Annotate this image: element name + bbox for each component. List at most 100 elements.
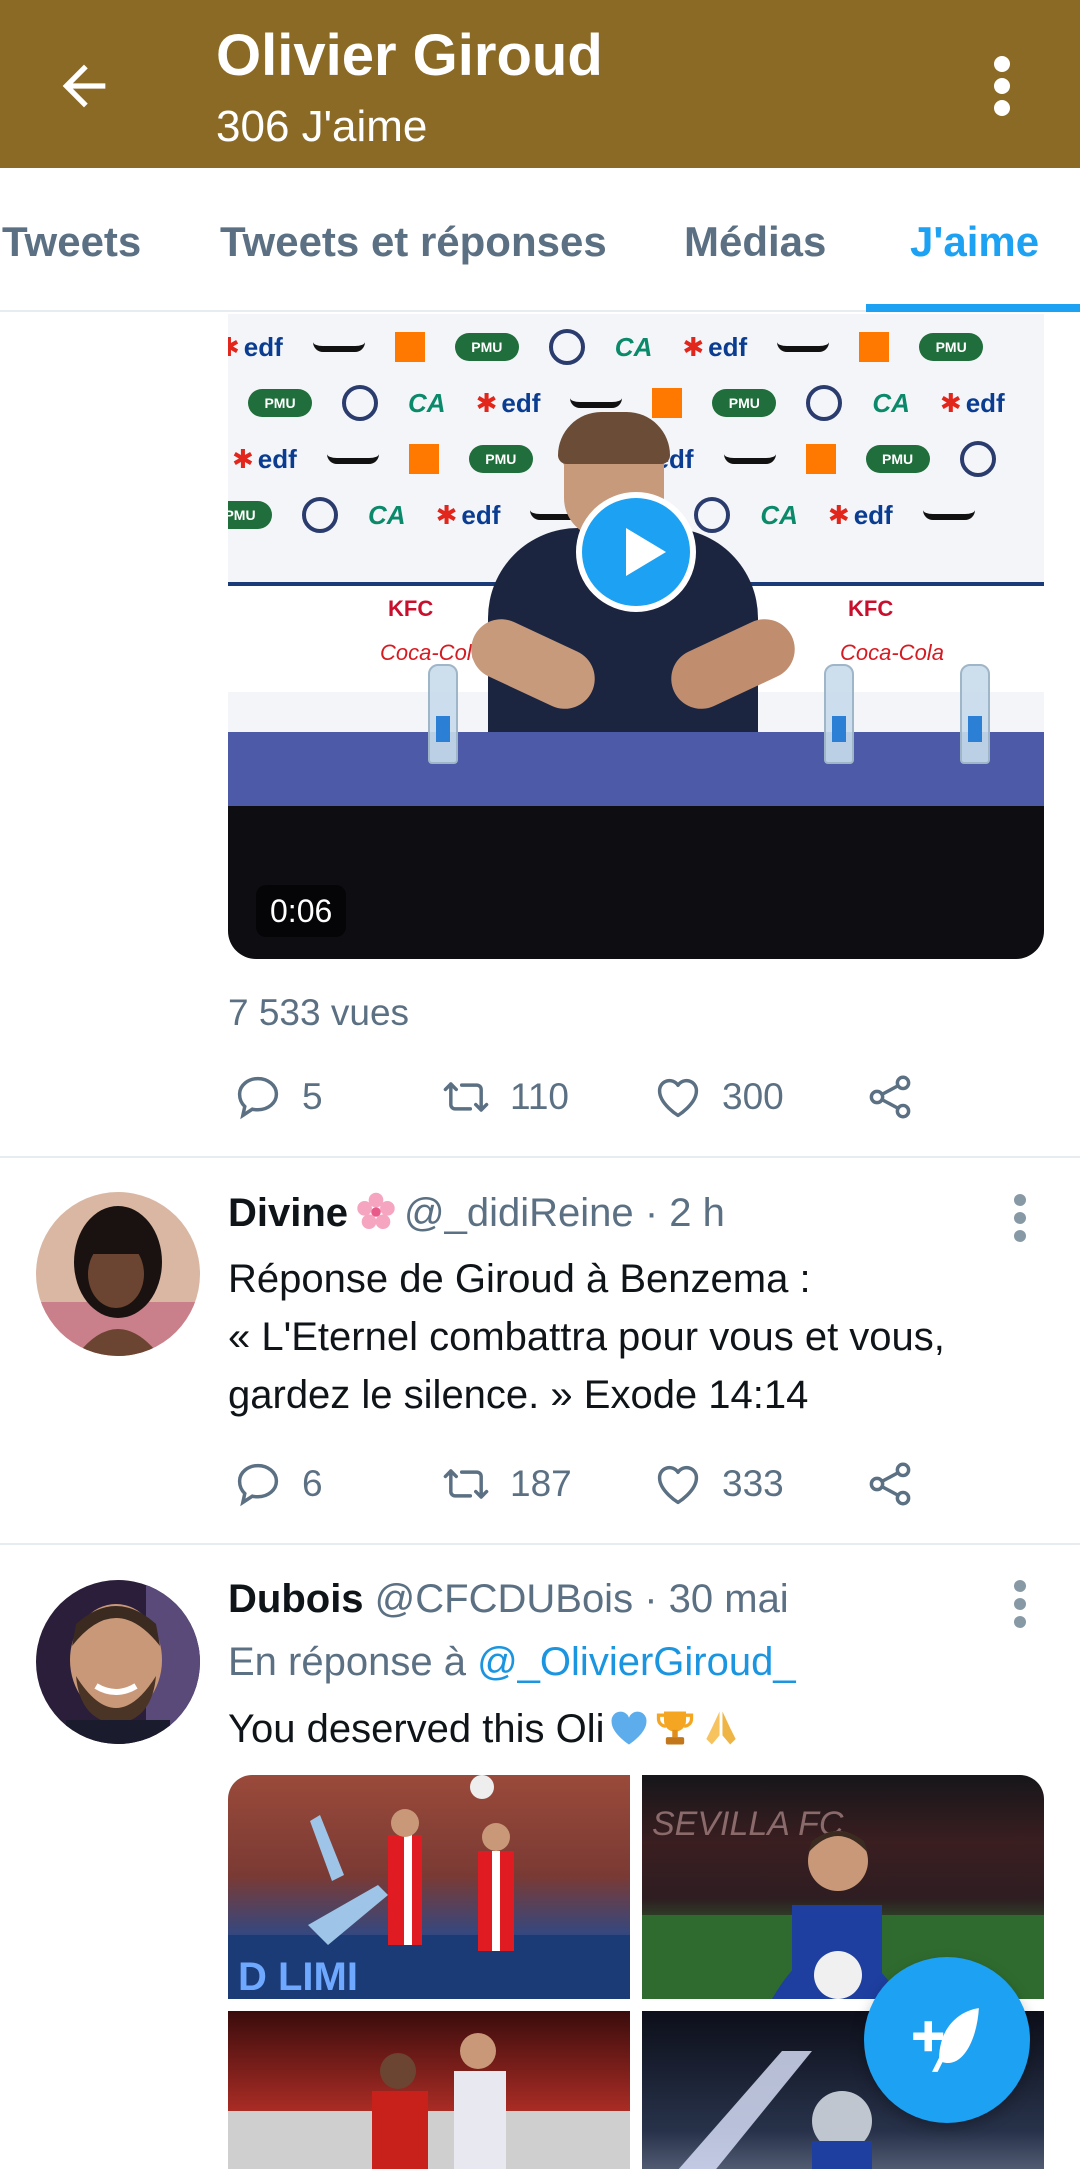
more-vert-icon[interactable]: [1008, 1192, 1032, 1244]
reply-icon: [237, 1076, 279, 1120]
pmu-logo: PMU: [865, 445, 930, 473]
nike-logo: [723, 454, 776, 464]
reply-button[interactable]: 6: [232, 1454, 323, 1514]
pmu-logo: PMU: [712, 389, 777, 417]
ca-logo: CA: [872, 387, 910, 418]
tweet-text: You deserved this Oli: [228, 1700, 1048, 1758]
edf-logo: edf: [828, 500, 893, 531]
tab-likes[interactable]: J'aime: [910, 218, 1039, 266]
share-icon: [869, 1075, 911, 1119]
edf-logo: edf: [682, 332, 747, 363]
folded-hands-icon: [705, 1711, 736, 1745]
tweet-header: Dubois @CFCDUBois · 30 mai: [228, 1577, 789, 1622]
nike-logo: [777, 342, 830, 352]
tweet-text: Réponse de Giroud à Benzema : « L'Eterne…: [228, 1250, 1048, 1424]
vw-logo: [342, 385, 378, 421]
press-table: [228, 732, 1044, 806]
trophy-icon: [656, 1711, 693, 1745]
like-icon: [657, 1078, 699, 1118]
app-bar: Olivier Giroud 306 J'aime: [0, 0, 1080, 168]
ca-logo: CA: [408, 387, 446, 418]
media-photo[interactable]: D LIMI: [228, 1775, 630, 1999]
share-icon: [869, 1462, 911, 1506]
more-vert-icon[interactable]: [1008, 1578, 1032, 1630]
tweet-line: « L'Eternel combattra pour vous et vous,: [228, 1315, 945, 1359]
tweet-divider: [0, 1543, 1080, 1545]
tweet-actions: 5 110 300: [228, 1067, 1048, 1127]
mention-link[interactable]: @_OlivierGiroud_: [477, 1640, 796, 1684]
coca-cola-logo: Coca-Cola: [380, 640, 484, 665]
pmu-logo: PMU: [248, 389, 312, 417]
water-bottle: [960, 664, 990, 764]
blue-heart-icon: [611, 1711, 647, 1745]
profile-tabs: Tweets Tweets et réponses Médias J'aime: [0, 168, 1080, 312]
pmu-logo: PMU: [919, 333, 984, 361]
kfc-logo: KFC: [388, 596, 434, 621]
compose-tweet-button[interactable]: [864, 1957, 1030, 2123]
tweet-time: · 2 h: [644, 1191, 725, 1235]
reply-count: 5: [302, 1076, 323, 1117]
vw-logo: [548, 329, 585, 365]
nike-logo: [312, 342, 365, 352]
vw-logo: [302, 497, 338, 533]
more-vert-icon[interactable]: [982, 54, 1022, 118]
view-count: 7 533 vues: [228, 992, 410, 1033]
ca-logo: CA: [760, 499, 798, 530]
retweet-button[interactable]: 187: [440, 1454, 572, 1514]
orange-logo: [408, 444, 439, 474]
avatar[interactable]: [36, 1192, 200, 1356]
author-handle[interactable]: @_didiReine: [404, 1191, 634, 1235]
tab-media[interactable]: Médias: [684, 218, 826, 266]
author-name[interactable]: Dubois: [228, 1577, 364, 1621]
avatar[interactable]: [36, 1580, 200, 1744]
orange-logo: [859, 332, 890, 362]
tab-active-indicator: [866, 304, 1080, 312]
ca-logo: CA: [614, 331, 653, 362]
back-arrow-icon[interactable]: [52, 54, 116, 118]
vw-logo: [959, 441, 996, 477]
compose-icon: [913, 2008, 979, 2072]
ca-logo: CA: [368, 499, 406, 530]
edf-logo: edf: [476, 388, 540, 419]
pmu-logo: PMU: [228, 501, 272, 529]
tab-tweets-and-replies[interactable]: Tweets et réponses: [220, 218, 607, 266]
video-player[interactable]: edf PMU CA edf PMU PMU CA edf PMU CA edf…: [228, 314, 1044, 959]
reply-prefix: En réponse à: [228, 1640, 466, 1684]
like-count: 333: [722, 1463, 784, 1504]
orange-logo: [652, 388, 683, 418]
vw-logo: [806, 385, 843, 421]
author-name[interactable]: Divine: [228, 1191, 348, 1235]
orange-logo: [394, 332, 425, 362]
tweet-header: Divine @_didiReine · 2 h: [228, 1190, 725, 1236]
tweet-line: Réponse de Giroud à Benzema :: [228, 1257, 811, 1301]
nike-logo: [570, 398, 623, 408]
edf-logo: edf: [232, 444, 297, 475]
edf-logo: edf: [436, 500, 500, 531]
like-count: 300: [722, 1076, 784, 1117]
share-button[interactable]: [864, 1067, 916, 1127]
reply-button[interactable]: 5: [232, 1067, 323, 1127]
reply-icon: [237, 1463, 279, 1507]
media-photo[interactable]: [228, 2011, 630, 2169]
cherry-blossom-icon: [357, 1192, 395, 1230]
retweet-icon: [443, 1082, 489, 1112]
play-button[interactable]: [576, 492, 696, 612]
reply-count: 6: [302, 1463, 323, 1504]
tab-tweets[interactable]: Tweets: [2, 218, 141, 266]
tweet-divider: [0, 1156, 1080, 1158]
author-handle[interactable]: @CFCDUBois: [375, 1577, 633, 1621]
kfc-logo: KFC: [848, 596, 894, 621]
edf-logo: edf: [228, 332, 283, 363]
retweet-count: 110: [510, 1076, 569, 1117]
retweet-button[interactable]: 110: [440, 1067, 569, 1127]
like-button[interactable]: 300: [652, 1067, 784, 1127]
share-button[interactable]: [864, 1454, 916, 1514]
svg-text:D LIMI: D LIMI: [238, 1955, 358, 1999]
pmu-logo: PMU: [454, 333, 519, 361]
water-bottle: [824, 664, 854, 764]
tweet-line: You deserved this Oli: [228, 1707, 605, 1751]
svg-text:SEVILLA FC: SEVILLA FC: [652, 1805, 844, 1843]
tweet-actions: 6 187 333: [228, 1454, 1048, 1514]
likes-count-subtitle: 306 J'aime: [216, 102, 428, 151]
like-button[interactable]: 333: [652, 1454, 784, 1514]
